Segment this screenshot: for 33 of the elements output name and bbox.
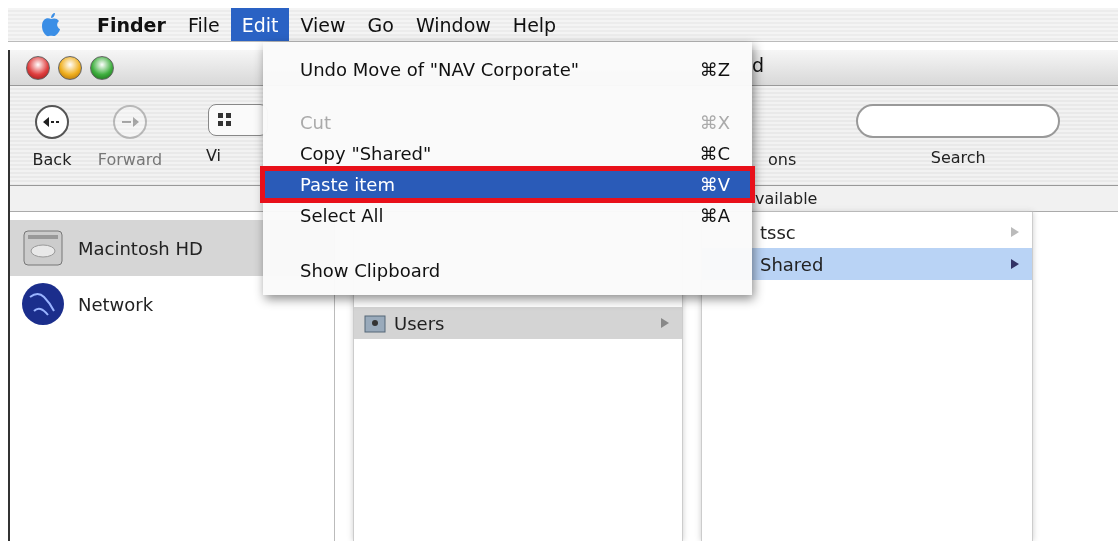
folder-row[interactable]: Users — [354, 307, 682, 339]
zoom-icon[interactable] — [90, 55, 114, 80]
folder-name: Users — [394, 312, 446, 334]
menu-item[interactable]: Copy "Shared" ⌘C — [263, 138, 752, 169]
toolbar-label: ons — [768, 150, 797, 171]
folder-name: tssc — [759, 221, 797, 243]
toolbar-label: Search — [930, 148, 986, 167]
menu-title[interactable]: View — [289, 8, 357, 41]
menu-item[interactable]: Paste item ⌘V — [263, 169, 752, 200]
status-text: vailable — [755, 189, 818, 208]
menu-title[interactable]: Finder — [86, 8, 177, 41]
minimize-icon[interactable] — [58, 55, 82, 80]
icon-view-icon — [217, 112, 233, 128]
toolbar-label: Back — [32, 150, 72, 169]
toolbar-label: Forward — [97, 150, 163, 169]
menu-title[interactable]: Help — [501, 8, 568, 41]
close-icon[interactable] — [26, 55, 50, 80]
menu-item[interactable]: Undo Move of "NAV Corporate" ⌘Z — [263, 54, 752, 85]
sidebar-label: Macintosh HD — [78, 237, 203, 259]
folder-icon — [364, 313, 386, 333]
menu-title[interactable]: File — [176, 8, 231, 41]
window-title: d — [752, 54, 765, 76]
menu-title[interactable]: Window — [404, 8, 502, 41]
folder-name: Shared — [759, 253, 825, 275]
disclosure-arrow-icon — [660, 317, 670, 329]
search-field[interactable] — [856, 104, 1061, 138]
toolbar-label: Vi — [206, 146, 222, 165]
menu-title[interactable]: Edit — [230, 8, 290, 41]
disclosure-arrow-icon — [1010, 226, 1020, 238]
disclosure-arrow-icon — [1010, 258, 1020, 270]
sidebar-label: Network — [78, 293, 154, 315]
menu-title[interactable]: Go — [356, 8, 405, 41]
globe-icon — [20, 281, 66, 327]
